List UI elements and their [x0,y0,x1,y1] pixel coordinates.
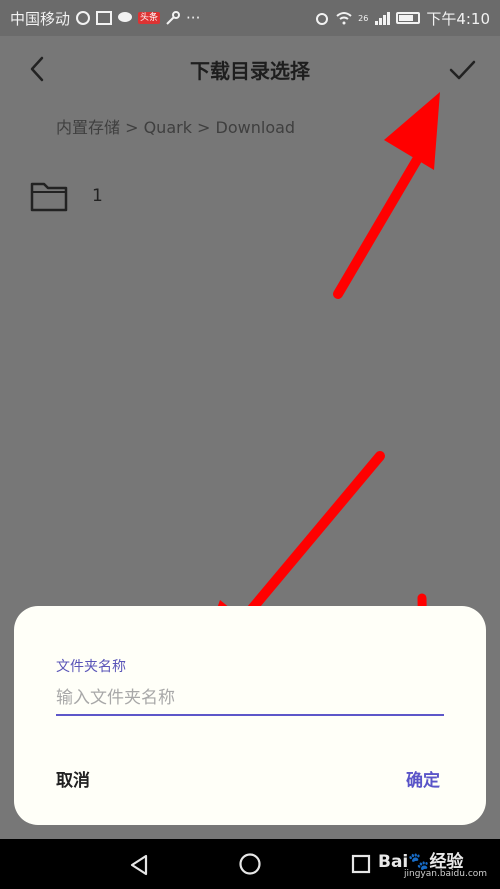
battery-icon [396,12,421,24]
folder-name-input[interactable] [56,682,444,716]
image-icon [96,11,113,25]
alarm-icon [316,13,329,25]
folder-name-label: 文件夹名称 [56,659,126,675]
news-badge: 头条 [138,12,161,24]
nav-back-icon[interactable] [128,853,150,877]
back-icon[interactable] [26,54,50,84]
navigation-bar: Bai🐾经验 jingyan.baidu.com [0,839,500,889]
status-right: 26 下午4:10 [314,8,490,29]
signal-icon [375,12,391,25]
folder-icon [30,182,68,212]
network-type-label: 26 [358,13,369,23]
carrier-label: 中国移动 [10,9,71,28]
page-title: 下载目录选择 [190,58,310,83]
more-dots-icon: ··· [186,9,201,27]
nav-recent-apps-icon[interactable] [350,853,372,875]
watermark-url: jingyan.baidu.com [404,869,488,879]
folder-name: 1 [92,186,103,206]
list-item[interactable]: 1 [0,168,500,226]
clock-label: 下午4:10 [426,9,490,28]
new-folder-dialog: 文件夹名称 取消 确定 [14,606,486,825]
status-bar: 中国移动 头条 ··· 26 下午4:10 [0,0,500,36]
wifi-icon [336,12,352,25]
confirm-check-icon[interactable] [446,56,478,84]
key-icon [166,11,181,25]
status-left: 中国移动 头条 ··· [10,8,200,29]
nav-home-icon[interactable] [238,852,262,876]
header: 下载目录选择 [0,36,500,102]
breadcrumb[interactable]: 内置存储 > Quark > Download [56,114,295,138]
ok-button[interactable]: 确定 [406,766,440,791]
cancel-button[interactable]: 取消 [56,766,90,791]
chat-icon [118,12,133,22]
app-icon [76,11,91,25]
